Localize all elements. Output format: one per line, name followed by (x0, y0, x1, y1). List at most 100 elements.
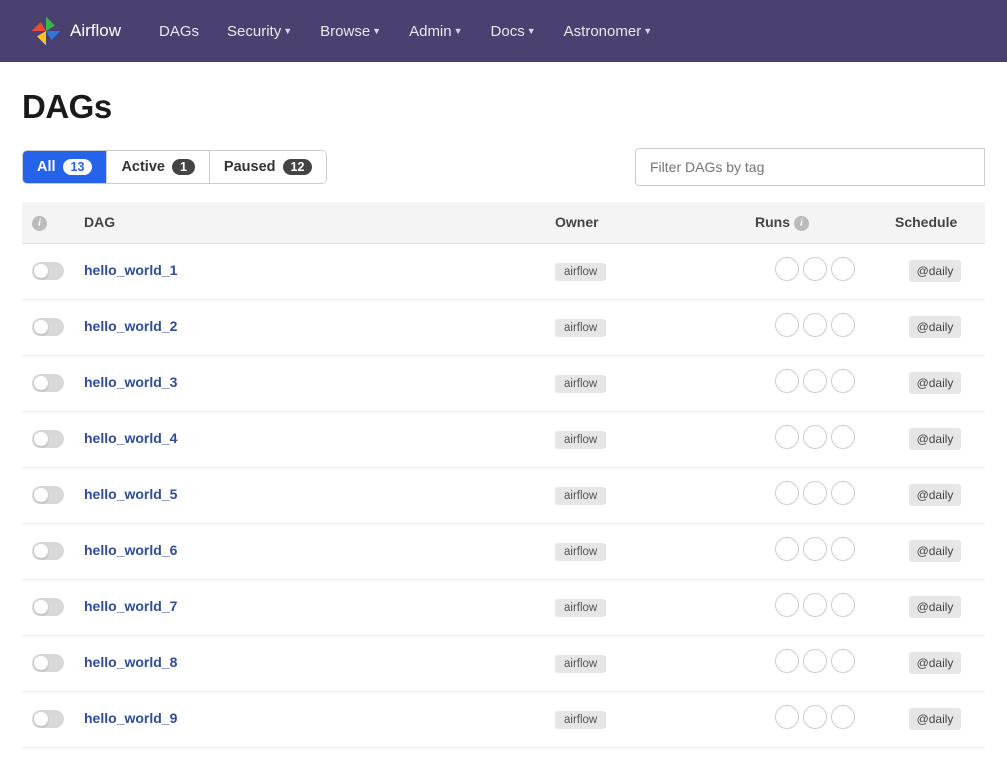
chevron-down-icon: ▼ (283, 26, 292, 36)
filter-row: All 13 Active 1 Paused 12 (22, 148, 985, 186)
schedule-tag[interactable]: @daily (909, 540, 962, 562)
nav-astronomer[interactable]: Astronomer▼ (564, 23, 652, 40)
nav-docs[interactable]: Docs▼ (491, 23, 536, 40)
owner-tag[interactable]: airflow (555, 431, 606, 449)
table-row: hello_world_4 airflow @daily (22, 411, 985, 467)
owner-tag[interactable]: airflow (555, 655, 606, 673)
run-status-dot[interactable] (803, 649, 827, 673)
count-badge: 1 (172, 159, 195, 175)
schedule-tag[interactable]: @daily (909, 260, 962, 282)
run-status-dot[interactable] (831, 649, 855, 673)
dag-filter-group: All 13 Active 1 Paused 12 (22, 150, 327, 184)
run-status-dot[interactable] (803, 257, 827, 281)
dag-pause-toggle[interactable] (32, 486, 64, 504)
dag-pause-toggle[interactable] (32, 598, 64, 616)
dag-pause-toggle[interactable] (32, 318, 64, 336)
nav-security[interactable]: Security▼ (227, 23, 292, 40)
run-status-dot[interactable] (831, 257, 855, 281)
nav-admin[interactable]: Admin▼ (409, 23, 462, 40)
run-status-dot[interactable] (775, 593, 799, 617)
brand-text: Airflow (70, 21, 121, 41)
run-status-dot[interactable] (831, 313, 855, 337)
run-status-dot[interactable] (775, 649, 799, 673)
run-status-dot[interactable] (775, 369, 799, 393)
chevron-down-icon: ▼ (372, 26, 381, 36)
table-row: hello_world_7 airflow @daily (22, 579, 985, 635)
col-header-owner[interactable]: Owner (545, 202, 745, 243)
run-status-dot[interactable] (803, 537, 827, 561)
run-status-dot[interactable] (831, 481, 855, 505)
run-status-dot[interactable] (803, 369, 827, 393)
col-header-schedule[interactable]: Schedule (885, 202, 985, 243)
count-badge: 12 (283, 159, 313, 175)
run-status-dot[interactable] (775, 705, 799, 729)
dag-link[interactable]: hello_world_4 (84, 430, 177, 446)
nav-dags[interactable]: DAGs (159, 23, 199, 40)
table-row: hello_world_1 airflow @daily (22, 243, 985, 299)
dag-table: i DAG Owner Runs i Schedule hello_world_… (22, 202, 985, 748)
owner-tag[interactable]: airflow (555, 711, 606, 729)
dag-link[interactable]: hello_world_2 (84, 318, 177, 334)
run-status-dot[interactable] (803, 481, 827, 505)
run-status-dot[interactable] (831, 593, 855, 617)
dag-link[interactable]: hello_world_6 (84, 542, 177, 558)
dag-link[interactable]: hello_world_7 (84, 598, 177, 614)
schedule-tag[interactable]: @daily (909, 484, 962, 506)
table-row: hello_world_3 airflow @daily (22, 355, 985, 411)
run-status-dot[interactable] (775, 481, 799, 505)
nav-items: DAGs Security▼ Browse▼ Admin▼ Docs▼ Astr… (159, 23, 652, 40)
airflow-logo-icon (28, 13, 64, 49)
owner-tag[interactable]: airflow (555, 599, 606, 617)
schedule-tag[interactable]: @daily (909, 316, 962, 338)
col-header-dag[interactable]: DAG (74, 202, 545, 243)
brand-block[interactable]: Airflow (28, 13, 121, 49)
owner-tag[interactable]: airflow (555, 543, 606, 561)
chevron-down-icon: ▼ (454, 26, 463, 36)
schedule-tag[interactable]: @daily (909, 428, 962, 450)
table-row: hello_world_6 airflow @daily (22, 523, 985, 579)
run-status-dot[interactable] (803, 313, 827, 337)
table-row: hello_world_5 airflow @daily (22, 467, 985, 523)
navbar: Airflow DAGs Security▼ Browse▼ Admin▼ Do… (0, 0, 1007, 62)
dag-pause-toggle[interactable] (32, 542, 64, 560)
run-status-dot[interactable] (775, 537, 799, 561)
run-status-dot[interactable] (775, 425, 799, 449)
run-status-dot[interactable] (803, 593, 827, 617)
search-wrap (635, 148, 985, 186)
run-status-dot[interactable] (803, 425, 827, 449)
schedule-tag[interactable]: @daily (909, 596, 962, 618)
run-status-dot[interactable] (803, 705, 827, 729)
schedule-tag[interactable]: @daily (909, 652, 962, 674)
dag-pause-toggle[interactable] (32, 430, 64, 448)
dag-link[interactable]: hello_world_1 (84, 262, 177, 278)
run-status-dot[interactable] (831, 705, 855, 729)
nav-browse[interactable]: Browse▼ (320, 23, 381, 40)
dag-pause-toggle[interactable] (32, 262, 64, 280)
run-status-dot[interactable] (831, 537, 855, 561)
filter-active-button[interactable]: Active 1 (107, 151, 209, 183)
count-badge: 13 (63, 159, 93, 175)
dag-link[interactable]: hello_world_5 (84, 486, 177, 502)
dag-link[interactable]: hello_world_3 (84, 374, 177, 390)
run-status-dot[interactable] (831, 369, 855, 393)
dag-link[interactable]: hello_world_8 (84, 654, 177, 670)
owner-tag[interactable]: airflow (555, 263, 606, 281)
dag-link[interactable]: hello_world_9 (84, 710, 177, 726)
run-status-dot[interactable] (775, 257, 799, 281)
filter-paused-button[interactable]: Paused 12 (210, 151, 327, 183)
schedule-tag[interactable]: @daily (909, 708, 962, 730)
tag-search-input[interactable] (635, 148, 985, 186)
dag-pause-toggle[interactable] (32, 374, 64, 392)
dag-pause-toggle[interactable] (32, 654, 64, 672)
run-status-dot[interactable] (831, 425, 855, 449)
table-row: hello_world_2 airflow @daily (22, 299, 985, 355)
schedule-tag[interactable]: @daily (909, 372, 962, 394)
run-status-dot[interactable] (775, 313, 799, 337)
info-icon[interactable]: i (794, 216, 809, 231)
owner-tag[interactable]: airflow (555, 319, 606, 337)
info-icon[interactable]: i (32, 216, 47, 231)
owner-tag[interactable]: airflow (555, 375, 606, 393)
dag-pause-toggle[interactable] (32, 710, 64, 728)
filter-all-button[interactable]: All 13 (23, 151, 107, 183)
owner-tag[interactable]: airflow (555, 487, 606, 505)
